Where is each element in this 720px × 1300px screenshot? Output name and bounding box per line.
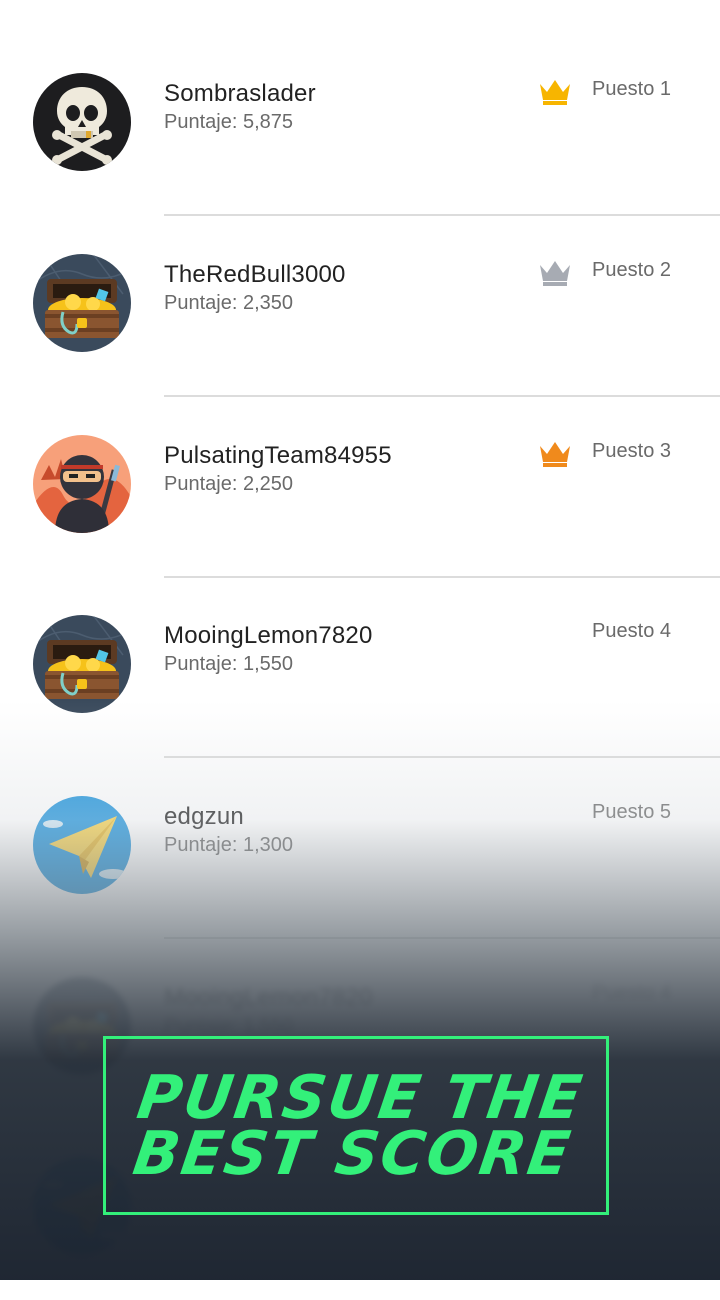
bronze-crown-icon	[538, 438, 572, 468]
treasure-chest-avatar	[33, 615, 131, 713]
player-score: Puntaje: 2,250	[164, 473, 293, 495]
ninja-icon	[33, 435, 131, 533]
player-name: Sombraslader	[164, 80, 316, 107]
treasure-chest-avatar	[33, 254, 131, 352]
player-score: Puntaje: 1,300	[164, 834, 293, 856]
player-name: TheRedBull3000	[164, 261, 346, 288]
leaderboard-row-3[interactable]: PulsatingTeam84955 Puntaje: 2,250 Puesto…	[0, 398, 720, 578]
player-score: Puntaje: 1,550	[164, 1015, 293, 1037]
ninja-avatar	[33, 435, 131, 533]
leaderboard-row-2[interactable]: TheRedBull3000 Puntaje: 2,350 Puesto 2	[0, 217, 720, 397]
treasure-chest-icon	[33, 615, 131, 713]
promo-banner-line-1: PURSUE THE	[132, 1062, 588, 1133]
player-rank: Puesto 4	[592, 982, 671, 1004]
row-divider	[164, 214, 720, 216]
player-score: Puntaje: 1,550	[164, 653, 293, 675]
row-divider	[164, 395, 720, 397]
treasure-chest-icon	[33, 254, 131, 352]
promo-banner-line-2: BEST SCORE	[128, 1118, 576, 1189]
row-divider	[164, 756, 720, 758]
leaderboard-row-5[interactable]: edgzun Puntaje: 1,300 Puesto 5	[0, 759, 720, 939]
player-name: edgzun	[164, 803, 244, 830]
player-name: PulsatingTeam84955	[164, 442, 392, 469]
player-rank: Puesto 1	[592, 78, 671, 100]
skull-avatar	[33, 73, 131, 171]
player-score: Puntaje: 5,875	[164, 111, 293, 133]
player-rank: Puesto 4	[592, 620, 671, 642]
paper-plane-icon	[33, 796, 131, 894]
silver-crown-icon	[538, 257, 572, 287]
leaderboard-row-1[interactable]: Sombraslader Puntaje: 5,875 Puesto 1	[0, 36, 720, 216]
player-rank: Puesto 5	[592, 801, 671, 823]
leaderboard-row-4[interactable]: MooingLemon7820 Puntaje: 1,550 Puesto 4	[0, 578, 720, 758]
player-rank: Puesto 3	[592, 440, 671, 462]
skull-icon	[33, 73, 131, 171]
player-score: Puntaje: 2,350	[164, 292, 293, 314]
promo-banner-text: PURSUE THE BEST SCORE	[126, 1062, 588, 1189]
paper-plane-avatar	[33, 796, 131, 894]
player-name: MooingLemon7820	[164, 622, 373, 649]
promo-banner: PURSUE THE BEST SCORE	[103, 1036, 609, 1215]
gold-crown-icon	[538, 76, 572, 106]
player-name: MooingLemon7820	[164, 984, 373, 1011]
player-rank: Puesto 2	[592, 259, 671, 281]
row-divider	[164, 937, 720, 939]
